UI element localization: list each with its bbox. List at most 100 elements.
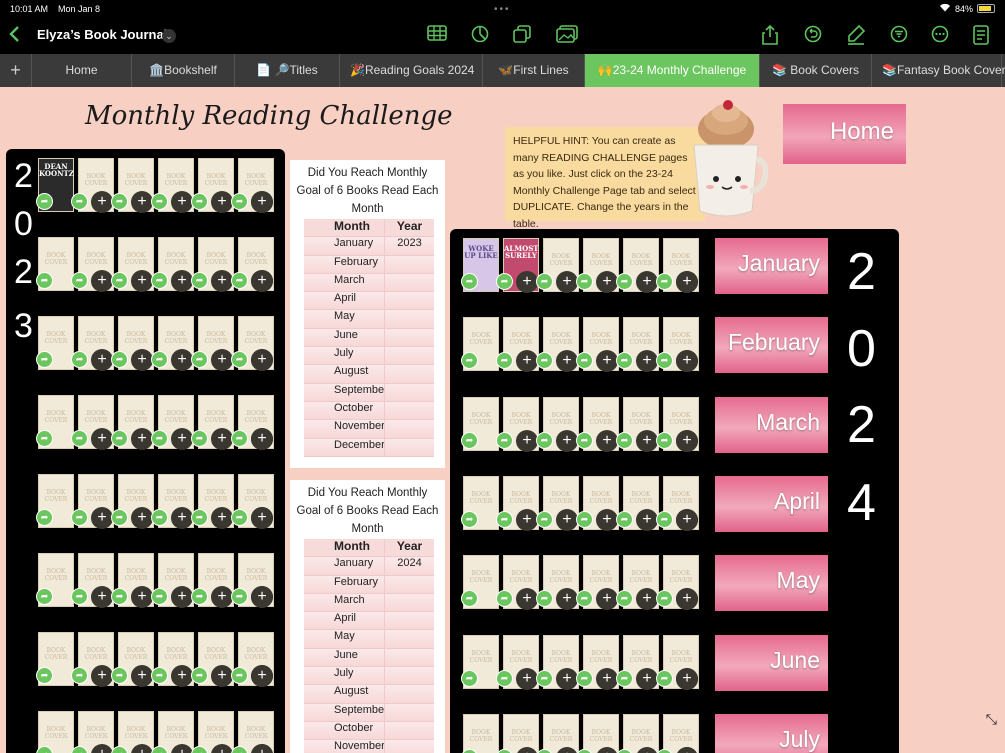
add-cover-plus-icon[interactable]: + (676, 668, 698, 690)
resize-handle-icon[interactable]: ⤡ (986, 711, 997, 728)
share-arrow-icon[interactable]: ➦ (616, 352, 633, 369)
goal-table-row[interactable]: March (304, 593, 434, 613)
book-cover-slot[interactable]: BOOK COVER (543, 714, 579, 753)
month-button-january[interactable]: January (715, 238, 828, 294)
share-arrow-icon[interactable]: ➦ (36, 430, 53, 447)
book-cover-slot[interactable]: BOOK COVER (463, 714, 499, 753)
goal-table-row[interactable]: July (304, 347, 434, 366)
share-arrow-icon[interactable]: ➦ (231, 667, 248, 684)
month-button-june[interactable]: June (715, 635, 828, 691)
goal-table-row[interactable]: January 2023 (304, 237, 434, 256)
share-arrow-icon[interactable]: ➦ (71, 193, 88, 210)
tab-5[interactable]: 🙌23-24 Monthly Challenge (585, 54, 760, 87)
add-cover-plus-icon[interactable]: + (171, 507, 193, 529)
add-cover-plus-icon[interactable]: + (131, 586, 153, 608)
add-cover-plus-icon[interactable]: + (251, 428, 273, 450)
share-arrow-icon[interactable]: ➦ (616, 511, 633, 528)
undo-icon[interactable] (802, 25, 824, 47)
goal-year-cell[interactable] (384, 292, 434, 311)
share-arrow-icon[interactable]: ➦ (536, 590, 553, 607)
tab-1[interactable]: 🏛️Bookshelf (132, 54, 235, 87)
markup-icon[interactable] (845, 24, 867, 47)
add-cover-plus-icon[interactable]: + (91, 270, 113, 292)
chevron-down-icon[interactable]: ⌄ (162, 29, 176, 43)
share-arrow-icon[interactable]: ➦ (576, 670, 593, 687)
share-arrow-icon[interactable]: ➦ (616, 273, 633, 290)
goal-table-row[interactable]: October (304, 401, 434, 421)
add-cover-plus-icon[interactable]: + (91, 586, 113, 608)
share-arrow-icon[interactable]: ➦ (461, 590, 478, 607)
share-arrow-icon[interactable]: ➦ (191, 430, 208, 447)
share-arrow-icon[interactable]: ➦ (36, 272, 53, 289)
goal-table-row[interactable]: March (304, 273, 434, 293)
tab-4[interactable]: 🦋First Lines (483, 54, 585, 87)
add-cover-plus-icon[interactable]: + (251, 665, 273, 687)
home-button[interactable]: Home (783, 104, 906, 164)
share-arrow-icon[interactable]: ➦ (496, 670, 513, 687)
add-cover-plus-icon[interactable]: + (91, 428, 113, 450)
share-arrow-icon[interactable]: ➦ (111, 430, 128, 447)
tab-6[interactable]: 📚 Book Covers (760, 54, 872, 87)
share-arrow-icon[interactable]: ➦ (616, 432, 633, 449)
goal-year-cell[interactable] (384, 365, 434, 384)
share-arrow-icon[interactable]: ➦ (616, 670, 633, 687)
add-cover-plus-icon[interactable]: + (676, 588, 698, 610)
share-arrow-icon[interactable]: ➦ (616, 590, 633, 607)
add-cover-plus-icon[interactable]: + (131, 665, 153, 687)
chevron-left-icon[interactable] (8, 25, 20, 48)
goal-year-cell[interactable]: 2023 (384, 237, 434, 256)
share-arrow-icon[interactable]: ➦ (231, 272, 248, 289)
share-arrow-icon[interactable]: ➦ (656, 432, 673, 449)
add-cover-plus-icon[interactable]: + (596, 668, 618, 690)
goal-table-row[interactable]: August (304, 365, 434, 384)
add-cover-plus-icon[interactable]: + (131, 507, 153, 529)
share-arrow-icon[interactable]: ➦ (151, 430, 168, 447)
multitasking-dots-icon[interactable]: ••• (494, 4, 511, 15)
goal-table-row[interactable]: February (304, 255, 434, 274)
share-arrow-icon[interactable]: ➦ (111, 667, 128, 684)
document-title[interactable]: Elyza’s Book Journal (37, 27, 167, 42)
add-cover-plus-icon[interactable]: + (516, 271, 538, 293)
goal-year-cell[interactable] (384, 438, 434, 457)
share-arrow-icon[interactable]: ➦ (576, 273, 593, 290)
add-cover-plus-icon[interactable]: + (91, 191, 113, 213)
goal-table-row[interactable]: December (304, 438, 434, 457)
share-arrow-icon[interactable]: ➦ (191, 193, 208, 210)
goal-table-row[interactable]: May (304, 310, 434, 329)
goal-table-row[interactable]: January 2024 (304, 557, 434, 576)
share-arrow-icon[interactable]: ➦ (231, 430, 248, 447)
share-arrow-icon[interactable]: ➦ (36, 588, 53, 605)
share-arrow-icon[interactable]: ➦ (496, 432, 513, 449)
add-cover-plus-icon[interactable]: + (676, 350, 698, 372)
share-arrow-icon[interactable]: ➦ (191, 351, 208, 368)
share-arrow-icon[interactable]: ➦ (111, 588, 128, 605)
share-arrow-icon[interactable]: ➦ (536, 273, 553, 290)
add-cover-plus-icon[interactable]: + (91, 665, 113, 687)
share-icon[interactable] (759, 24, 781, 47)
share-arrow-icon[interactable]: ➦ (111, 272, 128, 289)
add-cover-plus-icon[interactable]: + (556, 509, 578, 531)
share-arrow-icon[interactable]: ➦ (576, 590, 593, 607)
share-arrow-icon[interactable]: ➦ (496, 590, 513, 607)
add-tab-plus-icon[interactable]: + (0, 54, 32, 87)
more-icon[interactable] (929, 25, 951, 47)
add-cover-plus-icon[interactable]: + (171, 428, 193, 450)
month-button-february[interactable]: February (715, 317, 828, 373)
goal-year-cell[interactable] (384, 703, 434, 722)
share-arrow-icon[interactable]: ➦ (656, 273, 673, 290)
share-arrow-icon[interactable]: ➦ (191, 588, 208, 605)
add-cover-plus-icon[interactable]: + (556, 350, 578, 372)
share-arrow-icon[interactable]: ➦ (536, 432, 553, 449)
share-arrow-icon[interactable]: ➦ (71, 588, 88, 605)
share-arrow-icon[interactable]: ➦ (461, 670, 478, 687)
share-arrow-icon[interactable]: ➦ (191, 509, 208, 526)
month-button-july[interactable]: July (715, 714, 828, 753)
tab-2[interactable]: 📄 🔎Titles (235, 54, 340, 87)
goal-year-cell[interactable] (384, 383, 434, 402)
goal-year-cell[interactable] (384, 667, 434, 686)
book-cover-slot[interactable]: BOOK COVER (663, 714, 699, 753)
share-arrow-icon[interactable]: ➦ (576, 511, 593, 528)
share-arrow-icon[interactable]: ➦ (111, 351, 128, 368)
goal-table-row[interactable]: September (304, 383, 434, 402)
goal-table-row[interactable]: May (304, 630, 434, 649)
